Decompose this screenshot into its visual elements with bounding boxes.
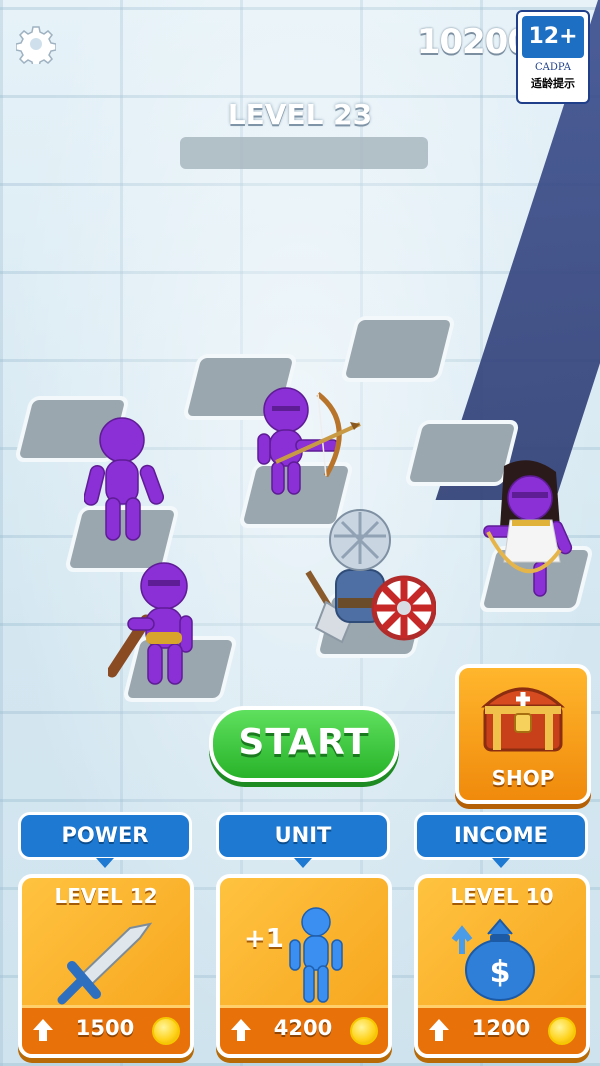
age-rating-badge: 12+ CADPA 适龄提示: [516, 10, 590, 104]
age-rating-label: 12+: [522, 16, 584, 58]
enemy-brawler-unit[interactable]: [83, 414, 165, 550]
power-level: LEVEL 12: [54, 884, 158, 908]
level-title: LEVEL 23: [227, 98, 373, 131]
power-price-row: 1500: [22, 1005, 190, 1054]
coin-icon: [152, 1017, 180, 1045]
upgrade-arrow-icon: [429, 1019, 449, 1041]
start-button[interactable]: START: [209, 706, 399, 782]
income-upgrade-button[interactable]: LEVEL 10 $ 1200: [414, 874, 590, 1058]
age-rating-note: 适龄提示: [531, 77, 575, 90]
income-level: LEVEL 10: [450, 884, 554, 908]
money-bag-icon: $: [451, 918, 535, 1001]
svg-text:$: $: [490, 955, 511, 990]
unit-figure-icon: [289, 907, 343, 1003]
currency-counter: 10200: [416, 22, 531, 62]
unit-upgrade-button[interactable]: +1 4200: [216, 874, 392, 1058]
shop-button[interactable]: SHOP: [455, 664, 591, 804]
enemy-archer-unit[interactable]: [256, 384, 366, 504]
power-price: 1500: [75, 1016, 135, 1040]
unit-price-row: 4200: [220, 1005, 388, 1054]
unit-tab: UNIT: [216, 812, 390, 868]
upgrade-arrow-icon: [231, 1019, 251, 1041]
upgrade-arrow-icon: [33, 1019, 53, 1041]
level-progress-bar: [180, 137, 428, 169]
power-upgrade-button[interactable]: LEVEL 12 1500: [18, 874, 194, 1058]
sword-icon: [57, 922, 153, 1005]
unit-bonus: +1: [244, 924, 284, 954]
age-rating-org: CADPA: [535, 62, 571, 73]
settings-gear-icon[interactable]: [15, 24, 57, 68]
income-price: 1200: [471, 1016, 531, 1040]
income-tab: INCOME: [414, 812, 588, 868]
income-price-row: 1200: [418, 1005, 586, 1054]
unit-slot[interactable]: [339, 316, 457, 382]
treasure-chest-icon: [481, 687, 565, 752]
player-knight-unit[interactable]: [290, 502, 437, 656]
shop-label: SHOP: [491, 766, 555, 790]
power-tab: POWER: [18, 812, 192, 868]
enemy-princess-unit[interactable]: [474, 458, 590, 602]
enemy-caveman-unit[interactable]: [106, 560, 212, 696]
coin-icon: [548, 1017, 576, 1045]
unit-price: 4200: [273, 1016, 333, 1040]
coin-icon: [350, 1017, 378, 1045]
